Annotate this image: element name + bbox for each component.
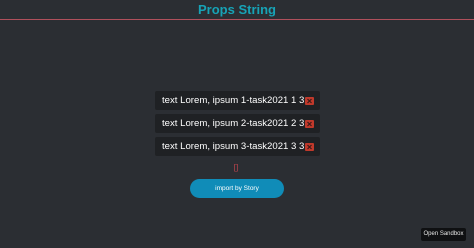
list-item-text: text Lorem, ipsum 3-task2021 3 31	[162, 141, 305, 152]
header: Props String	[0, 0, 474, 20]
list-item-text: text Lorem, ipsum 1-task2021 1 31	[162, 95, 305, 106]
close-icon[interactable]	[305, 142, 314, 151]
app-root: Props String text Lorem, ipsum 1-task202…	[0, 0, 474, 248]
import-by-story-button[interactable]: import by Story	[190, 179, 284, 198]
empty-array-marker: []	[233, 163, 239, 172]
list-item: text Lorem, ipsum 1-task2021 1 31	[155, 91, 320, 110]
list-item: text Lorem, ipsum 2-task2021 2 31	[155, 114, 320, 133]
close-icon[interactable]	[305, 96, 314, 105]
task-list: text Lorem, ipsum 1-task2021 1 31 text L…	[155, 91, 320, 160]
list-item-text: text Lorem, ipsum 2-task2021 2 31	[162, 118, 305, 129]
page-title: Props String	[197, 2, 276, 17]
close-icon[interactable]	[305, 119, 314, 128]
open-sandbox-button[interactable]: Open Sandbox	[421, 228, 466, 241]
list-item: text Lorem, ipsum 3-task2021 3 31	[155, 137, 320, 156]
